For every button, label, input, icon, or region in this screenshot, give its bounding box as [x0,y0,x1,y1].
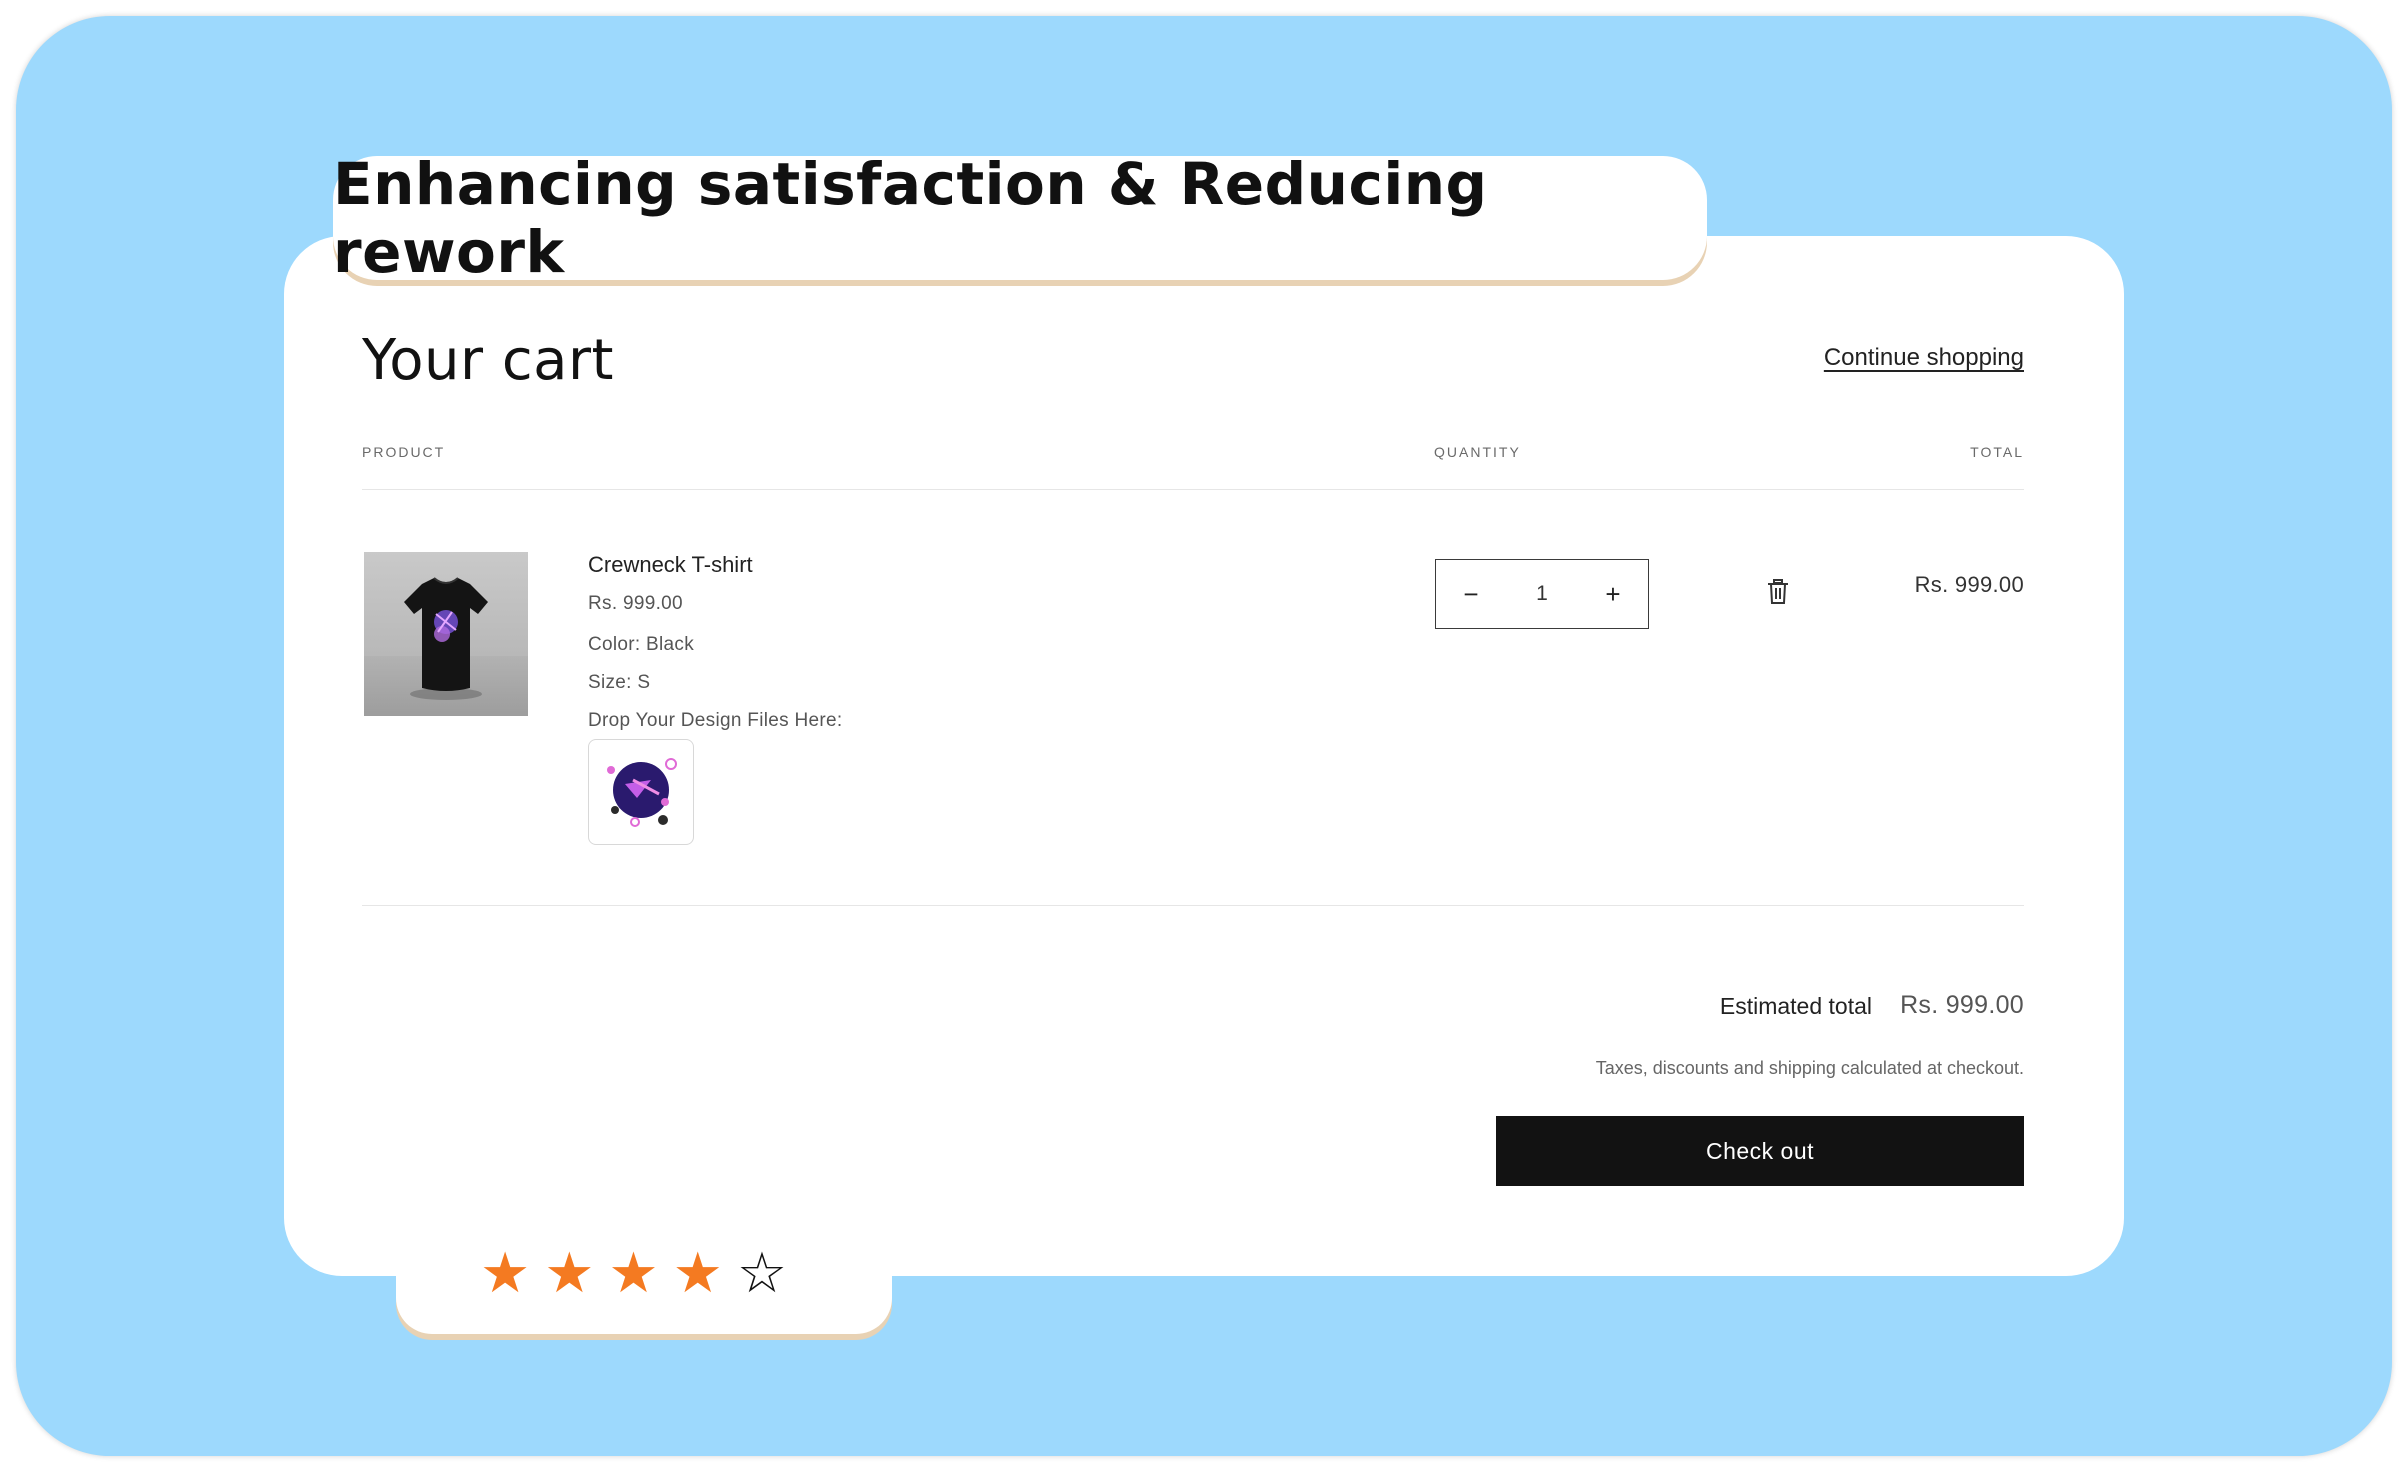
headline-text: Enhancing satisfaction & Reducing rework [333,150,1488,286]
quantity-decrease-button[interactable]: − [1436,560,1506,628]
star-icon: ★ [672,1241,723,1306]
column-header-product: PRODUCT [362,444,446,460]
column-header-total: TOTAL [1970,444,2024,460]
divider [362,489,2024,490]
estimated-total-label: Estimated total [1719,993,1872,1019]
trash-icon [1768,579,1788,604]
column-header-quantity: QUANTITY [1434,444,1521,460]
quantity-stepper: − 1 + [1435,559,1649,629]
quantity-input[interactable]: 1 [1512,582,1572,606]
remove-item-button[interactable] [1767,579,1789,605]
tax-note: Taxes, discounts and shipping calculated… [1595,1058,2024,1078]
quantity-increase-button[interactable]: + [1578,560,1648,628]
star-icon: ★ [480,1241,531,1306]
product-size: Size: S [588,672,651,693]
checkout-button[interactable]: Check out [1496,1116,2024,1186]
product-color: Color: Black [588,634,695,655]
page-title: Your cart [362,328,614,393]
estimated-total-value: Rs. 999.00 [1900,991,2024,1019]
cart-card: Your cart Continue shopping PRODUCT QUAN… [284,236,2124,1276]
line-item-total: Rs. 999.00 [1914,572,2024,597]
product-price: Rs. 999.00 [588,593,683,614]
product-name[interactable]: Crewneck T-shirt [588,552,753,578]
uploaded-design-image [607,758,677,827]
design-upload-label: Drop Your Design Files Here: [588,710,843,731]
continue-shopping-link[interactable]: Continue shopping [1824,344,2024,372]
star-icon: ★ [608,1241,659,1306]
star-icon: ★ [544,1241,595,1306]
star-icon: ☆ [736,1241,788,1306]
product-image[interactable] [364,552,528,716]
headline-banner: Enhancing satisfaction & Reducing rework [333,150,1707,286]
star-rating: ★ ★ ★ ★ ☆ [480,1244,787,1304]
tshirt-image [404,577,488,700]
divider [362,905,2024,906]
design-upload-thumbnail[interactable] [588,739,694,845]
